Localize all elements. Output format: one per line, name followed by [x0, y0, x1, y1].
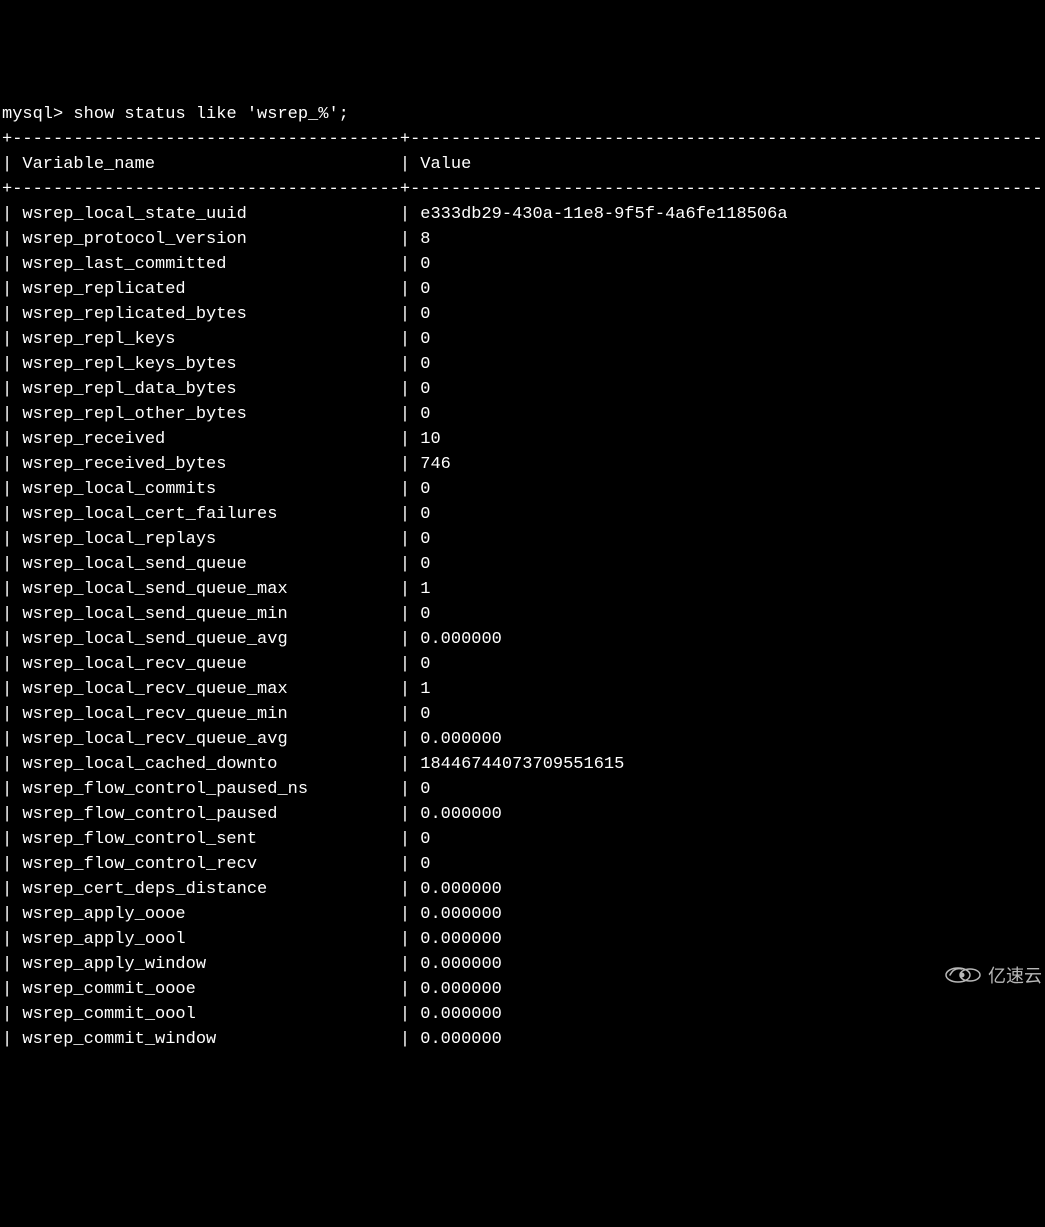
table-separator-top: +--------------------------------------+…	[2, 130, 1045, 149]
table-header-row: | Variable_name | Value |	[2, 155, 1045, 174]
watermark-text: 亿速云	[988, 966, 1042, 986]
watermark-logo: 亿速云	[920, 930, 1040, 970]
terminal-output: mysql> show status like 'wsrep_%'; +----…	[2, 102, 1043, 1052]
table-rows: | wsrep_local_state_uuid | e333db29-430a…	[2, 205, 1045, 1049]
table-separator-mid: +--------------------------------------+…	[2, 180, 1045, 199]
mysql-prompt: mysql>	[2, 105, 73, 124]
sql-command: show status like 'wsrep_%';	[73, 105, 348, 124]
